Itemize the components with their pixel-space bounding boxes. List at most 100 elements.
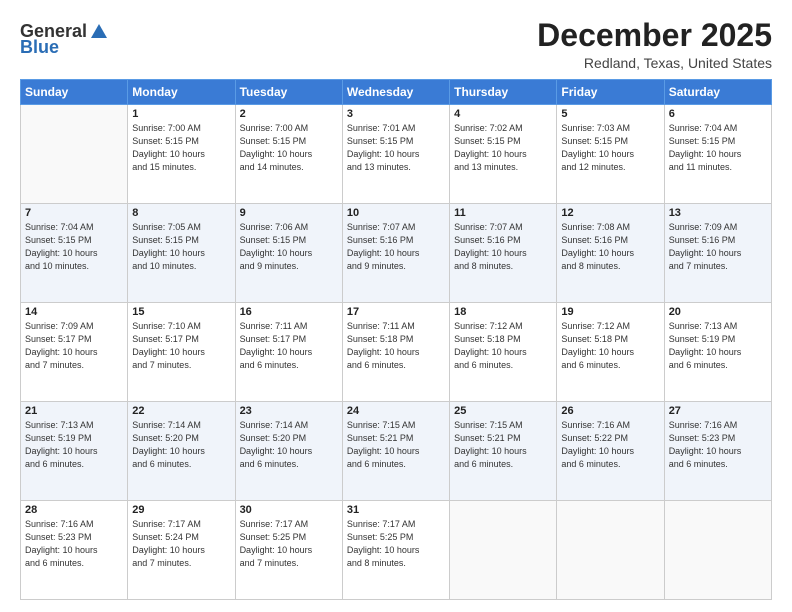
calendar-row: 21Sunrise: 7:13 AM Sunset: 5:19 PM Dayli…	[21, 402, 772, 501]
day-detail: Sunrise: 7:16 AM Sunset: 5:23 PM Dayligh…	[669, 419, 767, 471]
day-detail: Sunrise: 7:13 AM Sunset: 5:19 PM Dayligh…	[669, 320, 767, 372]
day-number: 12	[561, 207, 659, 219]
calendar-cell: 31 Sunrise: 7:17 AM Sunset: 5:25 PM Dayli…	[342, 501, 449, 600]
day-number: 22	[132, 405, 230, 417]
page: General Blue December 2025 Redland, Texa…	[0, 0, 792, 612]
calendar-cell: 17Sunrise: 7:11 AM Sunset: 5:18 PM Dayli…	[342, 303, 449, 402]
calendar-cell: 27 Sunrise: 7:16 AM Sunset: 5:23 PM Dayli…	[664, 402, 771, 501]
day-detail: Sunrise: 7:02 AM Sunset: 5:15 PM Dayligh…	[454, 122, 552, 174]
calendar-cell: 8 Sunrise: 7:05 AM Sunset: 5:15 PM Daylig…	[128, 204, 235, 303]
day-detail: Sunrise: 7:00 AM Sunset: 5:15 PM Dayligh…	[132, 122, 230, 174]
day-detail: Sunrise: 7:05 AM Sunset: 5:15 PM Dayligh…	[132, 221, 230, 273]
calendar-row: 28Sunrise: 7:16 AM Sunset: 5:23 PM Dayli…	[21, 501, 772, 600]
calendar-cell: 7 Sunrise: 7:04 AM Sunset: 5:15 PM Daylig…	[21, 204, 128, 303]
calendar-cell: 2 Sunrise: 7:00 AM Sunset: 5:15 PM Daylig…	[235, 105, 342, 204]
day-detail: Sunrise: 7:11 AM Sunset: 5:18 PM Dayligh…	[347, 320, 445, 372]
calendar-cell	[21, 105, 128, 204]
day-number: 14	[25, 306, 123, 318]
day-number: 23	[240, 405, 338, 417]
calendar-cell: 16 Sunrise: 7:11 AM Sunset: 5:17 PM Dayli…	[235, 303, 342, 402]
calendar-cell: 11 Sunrise: 7:07 AM Sunset: 5:16 PM Dayli…	[450, 204, 557, 303]
day-detail: Sunrise: 7:17 AM Sunset: 5:24 PM Dayligh…	[132, 518, 230, 570]
calendar-cell: 12Sunrise: 7:08 AM Sunset: 5:16 PM Dayli…	[557, 204, 664, 303]
day-number: 29	[132, 504, 230, 516]
day-number: 25	[454, 405, 552, 417]
logo-icon	[89, 22, 109, 42]
day-number: 24	[347, 405, 445, 417]
day-number: 30	[240, 504, 338, 516]
calendar-cell: 19 Sunrise: 7:12 AM Sunset: 5:18 PM Dayli…	[557, 303, 664, 402]
calendar-cell: 6 Sunrise: 7:04 AM Sunset: 5:15 PM Daylig…	[664, 105, 771, 204]
calendar-cell: 24 Sunrise: 7:15 AM Sunset: 5:21 PM Dayli…	[342, 402, 449, 501]
day-detail: Sunrise: 7:11 AM Sunset: 5:17 PM Dayligh…	[240, 320, 338, 372]
calendar-row: 14 Sunrise: 7:09 AM Sunset: 5:17 PM Dayli…	[21, 303, 772, 402]
header: General Blue December 2025 Redland, Texa…	[20, 18, 772, 71]
day-detail: Sunrise: 7:07 AM Sunset: 5:16 PM Dayligh…	[347, 221, 445, 273]
day-detail: Sunrise: 7:04 AM Sunset: 5:15 PM Dayligh…	[25, 221, 123, 273]
day-detail: Sunrise: 7:12 AM Sunset: 5:18 PM Dayligh…	[561, 320, 659, 372]
day-number: 7	[25, 207, 123, 219]
day-number: 27	[669, 405, 767, 417]
title-block: December 2025 Redland, Texas, United Sta…	[537, 18, 772, 71]
day-number: 3	[347, 108, 445, 120]
calendar-cell: 25 Sunrise: 7:15 AM Sunset: 5:21 PM Dayli…	[450, 402, 557, 501]
day-detail: Sunrise: 7:09 AM Sunset: 5:17 PM Dayligh…	[25, 320, 123, 372]
calendar-header-row: SundayMondayTuesdayWednesdayThursdayFrid…	[21, 80, 772, 105]
calendar-cell: 29 Sunrise: 7:17 AM Sunset: 5:24 PM Dayli…	[128, 501, 235, 600]
logo: General Blue	[20, 22, 109, 58]
day-number: 10	[347, 207, 445, 219]
day-detail: Sunrise: 7:16 AM Sunset: 5:22 PM Dayligh…	[561, 419, 659, 471]
day-header-tuesday: Tuesday	[235, 80, 342, 105]
calendar-row: 7 Sunrise: 7:04 AM Sunset: 5:15 PM Daylig…	[21, 204, 772, 303]
calendar-table: SundayMondayTuesdayWednesdayThursdayFrid…	[20, 79, 772, 600]
day-header-friday: Friday	[557, 80, 664, 105]
day-number: 16	[240, 306, 338, 318]
calendar-cell: 14 Sunrise: 7:09 AM Sunset: 5:17 PM Dayli…	[21, 303, 128, 402]
day-number: 13	[669, 207, 767, 219]
calendar-cell: 4 Sunrise: 7:02 AM Sunset: 5:15 PM Daylig…	[450, 105, 557, 204]
day-number: 5	[561, 108, 659, 120]
day-number: 28	[25, 504, 123, 516]
day-header-saturday: Saturday	[664, 80, 771, 105]
calendar-cell: 20 Sunrise: 7:13 AM Sunset: 5:19 PM Dayli…	[664, 303, 771, 402]
day-detail: Sunrise: 7:14 AM Sunset: 5:20 PM Dayligh…	[132, 419, 230, 471]
day-header-wednesday: Wednesday	[342, 80, 449, 105]
day-detail: Sunrise: 7:04 AM Sunset: 5:15 PM Dayligh…	[669, 122, 767, 174]
day-number: 20	[669, 306, 767, 318]
day-detail: Sunrise: 7:12 AM Sunset: 5:18 PM Dayligh…	[454, 320, 552, 372]
day-number: 6	[669, 108, 767, 120]
day-number: 31	[347, 504, 445, 516]
day-detail: Sunrise: 7:03 AM Sunset: 5:15 PM Dayligh…	[561, 122, 659, 174]
calendar-cell: 15 Sunrise: 7:10 AM Sunset: 5:17 PM Dayli…	[128, 303, 235, 402]
calendar-cell	[557, 501, 664, 600]
day-number: 26	[561, 405, 659, 417]
day-detail: Sunrise: 7:15 AM Sunset: 5:21 PM Dayligh…	[347, 419, 445, 471]
day-number: 2	[240, 108, 338, 120]
day-number: 8	[132, 207, 230, 219]
day-detail: Sunrise: 7:10 AM Sunset: 5:17 PM Dayligh…	[132, 320, 230, 372]
day-number: 4	[454, 108, 552, 120]
day-number: 18	[454, 306, 552, 318]
day-number: 1	[132, 108, 230, 120]
calendar-cell: 3Sunrise: 7:01 AM Sunset: 5:15 PM Daylig…	[342, 105, 449, 204]
day-detail: Sunrise: 7:17 AM Sunset: 5:25 PM Dayligh…	[240, 518, 338, 570]
calendar-cell: 10 Sunrise: 7:07 AM Sunset: 5:16 PM Dayli…	[342, 204, 449, 303]
day-detail: Sunrise: 7:07 AM Sunset: 5:16 PM Dayligh…	[454, 221, 552, 273]
day-header-monday: Monday	[128, 80, 235, 105]
day-number: 11	[454, 207, 552, 219]
subtitle: Redland, Texas, United States	[537, 55, 772, 71]
day-detail: Sunrise: 7:15 AM Sunset: 5:21 PM Dayligh…	[454, 419, 552, 471]
day-detail: Sunrise: 7:09 AM Sunset: 5:16 PM Dayligh…	[669, 221, 767, 273]
day-number: 9	[240, 207, 338, 219]
day-detail: Sunrise: 7:17 AM Sunset: 5:25 PM Dayligh…	[347, 518, 445, 570]
calendar-cell	[450, 501, 557, 600]
calendar-cell: 30 Sunrise: 7:17 AM Sunset: 5:25 PM Dayli…	[235, 501, 342, 600]
day-detail: Sunrise: 7:00 AM Sunset: 5:15 PM Dayligh…	[240, 122, 338, 174]
calendar-cell: 9Sunrise: 7:06 AM Sunset: 5:15 PM Daylig…	[235, 204, 342, 303]
calendar-cell	[664, 501, 771, 600]
calendar-cell: 21Sunrise: 7:13 AM Sunset: 5:19 PM Dayli…	[21, 402, 128, 501]
day-header-thursday: Thursday	[450, 80, 557, 105]
day-number: 19	[561, 306, 659, 318]
day-number: 15	[132, 306, 230, 318]
day-detail: Sunrise: 7:14 AM Sunset: 5:20 PM Dayligh…	[240, 419, 338, 471]
